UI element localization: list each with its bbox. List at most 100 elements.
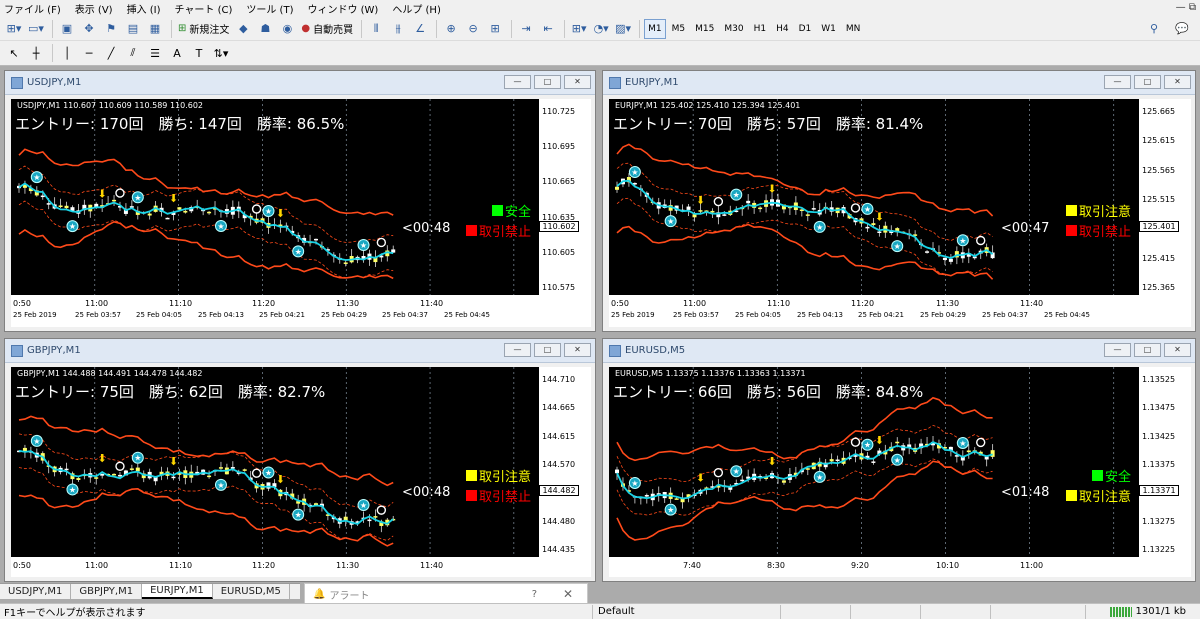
crosshair-icon[interactable]: ┼ [26, 43, 46, 63]
timeframe-m1[interactable]: M1 [644, 18, 666, 39]
chart-shift-icon[interactable]: ⇤ [538, 19, 558, 39]
menu-item[interactable]: ファイル (F) [4, 1, 61, 16]
minimize-button[interactable]: — [1104, 75, 1131, 89]
cursor-icon[interactable]: ↖ [4, 43, 24, 63]
zoom-in-icon[interactable]: ⊕ [441, 19, 461, 39]
new-chart-icon[interactable]: ⊞▾ [4, 19, 24, 39]
timeframe-d1[interactable]: D1 [795, 19, 816, 39]
periods-icon[interactable]: ◔▾ [591, 19, 611, 39]
time-scale[interactable]: 0:50 11:00 11:10 11:20 11:30 11:40 25 Feb 2019… [11, 295, 539, 327]
timeframe-m30[interactable]: M30 [720, 19, 747, 39]
arrow-marker: ⬇ [276, 473, 285, 486]
timeframe-h4[interactable]: H4 [772, 19, 793, 39]
trendline-icon[interactable]: ╱ [101, 43, 121, 63]
alert-panel: 🔔 アラート ? ✕ [304, 583, 588, 605]
chart-tab[interactable]: USDJPY,M1 [0, 584, 72, 599]
price-scale[interactable]: 125.665125.615125.565125.515125.465125.4… [1139, 99, 1191, 327]
indicators-icon[interactable]: ⊞▾ [569, 19, 589, 39]
price-label: 1.13525 [1142, 375, 1176, 384]
close-button[interactable]: ✕ [1164, 75, 1191, 89]
navigator-icon[interactable]: ⚑ [101, 19, 121, 39]
account-icon[interactable]: ☗ [255, 19, 275, 39]
menu-item[interactable]: 挿入 (I) [127, 1, 161, 16]
minimize-button[interactable]: — [1104, 343, 1131, 357]
entry-stats: エントリー: 70回 勝ち: 57回 勝率: 81.4% [613, 115, 924, 133]
close-button[interactable]: ✕ [563, 587, 573, 601]
bar-chart-icon[interactable]: ⫴ [366, 19, 386, 39]
arrows-icon[interactable]: ⇅▾ [211, 43, 231, 63]
candle-body [698, 210, 703, 212]
new-order-button[interactable]: ⊞ 新規注文 [176, 19, 231, 39]
signals-icon[interactable]: ◉ [277, 19, 297, 39]
channel-icon[interactable]: ⫽ [123, 43, 143, 63]
market-watch-icon[interactable]: ▣ [57, 19, 77, 39]
bollinger-band-line [616, 143, 994, 217]
price-scale[interactable]: 110.725 110.695 110.665 110.635 110.605 110.5… [539, 99, 591, 327]
chart-window[interactable]: EURJPY,M1 — □ ✕ ★ ★ ★ ★ ★ ★ ★ ⬇ ⬇ ⬇ EURJPY,M1 125.… [602, 70, 1196, 332]
candle-body [343, 262, 348, 264]
menu-item[interactable]: ツール (T) [246, 1, 293, 16]
time-scale[interactable]: 7:40 8:30 9:20 10:10 11:00 [609, 557, 1139, 577]
auto-scroll-icon[interactable]: ⇥ [516, 19, 536, 39]
price-label: 1.13375 [1142, 460, 1176, 469]
close-button[interactable]: ✕ [1164, 343, 1191, 357]
candle-body [811, 208, 816, 210]
menu-item[interactable]: ウィンドウ (W) [307, 1, 378, 16]
menu-item[interactable]: チャート (C) [175, 1, 233, 16]
maximize-button[interactable]: □ [534, 343, 561, 357]
window-controls[interactable]: — ⧉ [1176, 2, 1196, 13]
vertical-line-icon[interactable]: │ [57, 43, 77, 63]
chart-area[interactable]: ★ ★ ★ ★ ★ ★ ★ ⬇ ⬇ ⬇ EURJPY,M1 125.402 125.410 125.… [609, 99, 1191, 327]
chart-tab[interactable]: EURJPY,M1 [142, 584, 213, 599]
chat-icon[interactable]: 💬 [1172, 19, 1192, 39]
tile-windows-icon[interactable]: ⊞ [485, 19, 505, 39]
chart-area[interactable]: ★ ★ ★ ★ ★ ★ ★ ⬇ ⬇ ⬇ USDJPY,M1 110.607 110.609 110.… [11, 99, 591, 327]
timeframe-mn[interactable]: MN [842, 19, 865, 39]
candlestick-icon[interactable]: ⫵ [388, 19, 408, 39]
data-window-icon[interactable]: ✥ [79, 19, 99, 39]
chart-info-line: USDJPY,M1 110.607 110.609 110.589 110.60… [17, 101, 204, 110]
timeframe-w1[interactable]: W1 [817, 19, 840, 39]
price-scale[interactable]: 1.135251.134751.134251.133751.133251.132… [1139, 367, 1191, 577]
fibonacci-icon[interactable]: ☰ [145, 43, 165, 63]
strategy-tester-icon[interactable]: ▦ [145, 19, 165, 39]
bell-icon: 🔔 [313, 588, 326, 600]
time-scale[interactable]: 0:50 11:00 11:10 11:20 11:30 11:40 [11, 557, 539, 577]
auto-trade-button[interactable]: ● 自動売買 [299, 19, 355, 39]
close-button[interactable]: ✕ [564, 343, 591, 357]
text-label-icon[interactable]: T [189, 43, 209, 63]
maximize-button[interactable]: □ [534, 75, 561, 89]
chart-area[interactable]: ★ ★ ★ ★ ★ ★ ★ ⬇ ⬇ ⬇ EURUSD,M5 1.13375 1.13376 1.13… [609, 367, 1191, 577]
text-icon[interactable]: A [167, 43, 187, 63]
search-icon[interactable]: ⚲ [1144, 19, 1164, 39]
chart-window[interactable]: GBPJPY,M1 — □ ✕ ★ ★ ★ ★ ★ ★ ★ ⬇ ⬇ ⬇ GBPJPY,M1 144.… [4, 338, 596, 582]
maximize-button[interactable]: □ [1134, 343, 1161, 357]
timeframe-m5[interactable]: M5 [668, 19, 690, 39]
chart-area[interactable]: ★ ★ ★ ★ ★ ★ ★ ⬇ ⬇ ⬇ GBPJPY,M1 144.488 144.491 144.… [11, 367, 591, 577]
templates-icon[interactable]: ▨▾ [613, 19, 633, 39]
close-button[interactable]: ✕ [564, 75, 591, 89]
profiles-icon[interactable]: ▭▾ [26, 19, 46, 39]
chart-window[interactable]: EURUSD,M5 — □ ✕ ★ ★ ★ ★ ★ ★ ★ ⬇ ⬇ ⬇ EURUSD,M5 1.13… [602, 338, 1196, 582]
maximize-button[interactable]: □ [1134, 75, 1161, 89]
timeframe-m15[interactable]: M15 [691, 19, 718, 39]
chart-window[interactable]: USDJPY,M1 — □ ✕ ★ ★ ★ ★ ★ ★ ★ ⬇ ⬇ ⬇ USDJPY,M1 110.… [4, 70, 596, 332]
chart-tab[interactable]: EURUSD,M5 [213, 584, 290, 599]
terminal-icon[interactable]: ▤ [123, 19, 143, 39]
chart-tab[interactable]: GBPJPY,M1 [71, 584, 143, 599]
menu-item[interactable]: 表示 (V) [75, 1, 113, 16]
price-label: 110.725 [542, 107, 576, 116]
zoom-out-icon[interactable]: ⊖ [463, 19, 483, 39]
timeframe-h1[interactable]: H1 [750, 19, 771, 39]
line-chart-icon[interactable]: ∠ [410, 19, 430, 39]
minimize-button[interactable]: — [504, 343, 531, 357]
signal-star-glyph: ★ [894, 242, 901, 251]
time-scale[interactable]: 0:50 11:00 11:10 11:20 11:30 11:40 25 Feb 2019… [609, 295, 1139, 327]
horizontal-line-icon[interactable]: ─ [79, 43, 99, 63]
help-button[interactable]: ? [532, 589, 537, 600]
metaeditor-icon[interactable]: ◆ [233, 19, 253, 39]
price-scale[interactable]: 144.710144.665144.615144.570144.525144.4… [539, 367, 591, 577]
minimize-button[interactable]: — [504, 75, 531, 89]
status-profile[interactable]: Default [598, 606, 635, 617]
menu-item[interactable]: ヘルプ (H) [392, 1, 441, 16]
